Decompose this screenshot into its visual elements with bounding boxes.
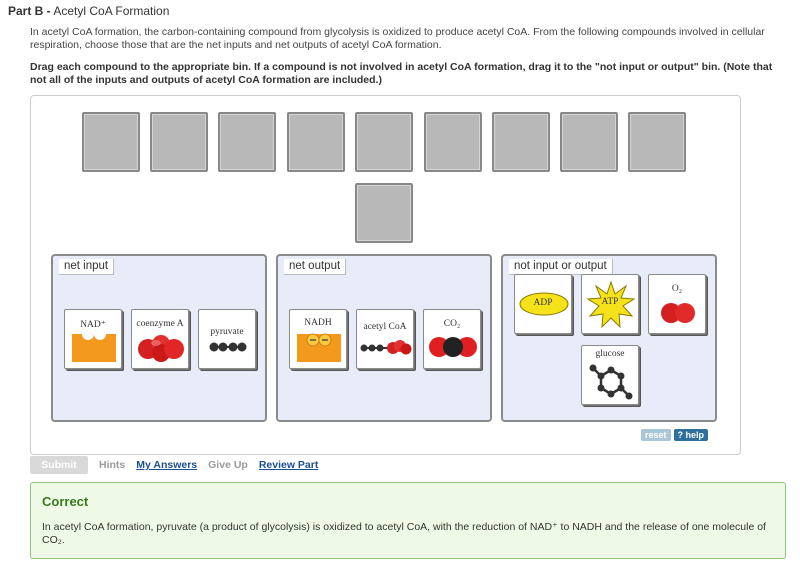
card-co2[interactable]: CO₂	[423, 309, 481, 369]
bin-net-output[interactable]: net output NADH acetyl CoA CO₂	[276, 254, 492, 422]
my-answers-link[interactable]: My Answers	[136, 459, 197, 471]
card-coenzyme-a[interactable]: coenzyme A	[131, 309, 189, 369]
empty-slot[interactable]	[355, 183, 413, 243]
bin-net-input[interactable]: net input NAD⁺ coenzyme A pyruvate	[51, 254, 267, 422]
feedback-title: Correct	[42, 494, 89, 509]
empty-slot[interactable]	[82, 112, 140, 172]
card-adp[interactable]: ADP	[514, 274, 572, 334]
card-pyruvate[interactable]: pyruvate	[198, 309, 256, 369]
nad-icon	[72, 334, 116, 362]
empty-slot[interactable]	[150, 112, 208, 172]
empty-slot[interactable]	[218, 112, 276, 172]
card-glucose[interactable]: glucose	[581, 345, 639, 405]
card-atp[interactable]: ATP	[581, 274, 639, 334]
coenzyme-a-icon	[138, 335, 184, 362]
review-part-link[interactable]: Review Part	[259, 459, 319, 471]
bin-label: net output	[284, 259, 347, 275]
card-nad[interactable]: NAD⁺	[64, 309, 122, 369]
bin-not-input-or-output[interactable]: not input or output ADP ATP O₂ glucose	[501, 254, 717, 422]
submit-button[interactable]: Submit	[30, 456, 88, 474]
intro-text: In acetyl CoA formation, the carbon-cont…	[30, 26, 765, 51]
feedback-correct: Correct In acetyl CoA formation, pyruvat…	[30, 482, 786, 559]
empty-slot[interactable]	[355, 112, 413, 172]
co2-icon	[429, 337, 477, 357]
help-button[interactable]: ? help	[673, 429, 708, 441]
hints-link[interactable]: Hints	[99, 459, 125, 471]
feedback-message: In acetyl CoA formation, pyruvate (a pro…	[42, 521, 766, 546]
card-o2[interactable]: O₂	[648, 274, 706, 334]
o2-icon	[661, 303, 695, 323]
empty-slot[interactable]	[560, 112, 618, 172]
empty-slot[interactable]	[492, 112, 550, 172]
empty-slot[interactable]	[287, 112, 345, 172]
nadh-icon	[297, 333, 341, 362]
stage-tools: reset ? help	[640, 429, 708, 441]
drag-drop-stage: net input NAD⁺ coenzyme A pyruvate net o…	[30, 95, 741, 455]
bin-label: net input	[59, 259, 115, 275]
instructions: Drag each compound to the appropriate bi…	[30, 61, 773, 86]
card-nadh[interactable]: NADH	[289, 309, 347, 369]
reset-button[interactable]: reset	[640, 429, 671, 441]
give-up-link[interactable]: Give Up	[208, 459, 248, 471]
acetyl-coa-icon	[360, 340, 412, 355]
action-bar: Submit Hints My Answers Give Up Review P…	[30, 456, 318, 474]
card-acetyl-coa[interactable]: acetyl CoA	[356, 309, 414, 369]
glucose-icon	[589, 364, 633, 400]
pyruvate-icon	[209, 342, 247, 352]
empty-slot[interactable]	[628, 112, 686, 172]
part-title: Part B - Acetyl CoA Formation	[8, 4, 170, 18]
empty-slot[interactable]	[424, 112, 482, 172]
bin-label: not input or output	[509, 259, 613, 275]
